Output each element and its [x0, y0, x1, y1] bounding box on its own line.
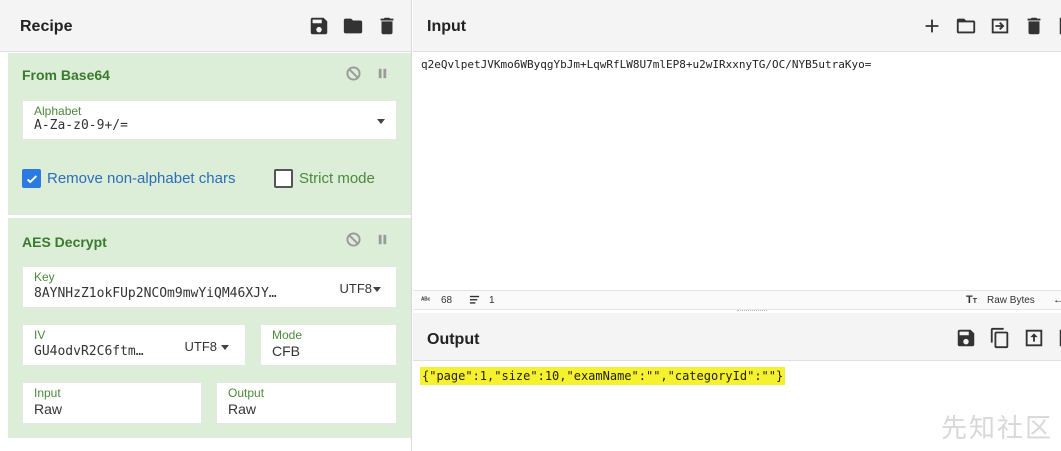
alphabet-label: Alphabet [34, 104, 82, 118]
mode-label: Mode [272, 328, 303, 342]
mode-select[interactable]: Mode CFB [260, 324, 397, 366]
input-title: Input [427, 18, 467, 35]
input-textarea[interactable]: q2eQvlpetJVKmo6WByqgYbJm+LqwRfLW8U7mlEP8… [421, 58, 871, 71]
watermark-text: 先知社区 [940, 414, 1053, 444]
input-pane: Input q2eQvlpetJVKmo6WByqgYbJm+LqwRfLW8U… [413, 0, 1061, 313]
recipe-title: Recipe [20, 18, 73, 35]
strict-mode-label: Strict mode [299, 170, 375, 187]
op-from-base64: From Base64 Alphabet A-Za-z0-9+/= Remove… [8, 53, 411, 215]
output-toolbar [955, 327, 1061, 349]
text-format-icon: TT [966, 294, 978, 306]
copy-icon[interactable] [989, 327, 1011, 349]
input-toolbar [921, 15, 1061, 37]
iv-value: GU4odvR2C6ftm… [34, 344, 144, 359]
recipe-header: Recipe [0, 0, 411, 52]
output-title: Output [427, 331, 480, 348]
iv-label: IV [34, 328, 46, 342]
disable-icon[interactable] [346, 66, 361, 81]
layout-icon[interactable] [1057, 15, 1061, 37]
trash-icon[interactable] [376, 15, 398, 37]
op-controls [346, 232, 390, 247]
chevron-down-icon [221, 345, 229, 350]
lines-count: 1 [489, 295, 495, 306]
output-header: Output [413, 313, 1061, 361]
maximize-icon[interactable] [1057, 327, 1061, 349]
lines-icon [469, 294, 480, 308]
alphabet-select[interactable]: Alphabet A-Za-z0-9+/= [22, 100, 397, 140]
length-count: 68 [441, 295, 453, 306]
key-value: 8AYNHzZ1okFUp2NCOm9mwYiQM46XJY… [34, 286, 277, 301]
op-title-from-base64: From Base64 [22, 67, 110, 83]
folder-icon[interactable] [342, 15, 364, 37]
op-controls [346, 66, 390, 81]
chevron-down-icon [373, 287, 381, 292]
key-label: Key [34, 270, 55, 284]
recipe-toolbar [308, 15, 398, 37]
input-format-label: Input [34, 386, 61, 400]
strict-mode-checkbox[interactable]: Strict mode [274, 169, 375, 188]
raw-bytes-button[interactable]: Raw Bytes [987, 295, 1035, 306]
save-icon[interactable] [308, 15, 330, 37]
checkbox-checked-icon[interactable] [22, 169, 41, 188]
trash-icon[interactable] [1023, 15, 1045, 37]
abc-icon: ᴬᴮᶜ [421, 297, 431, 304]
key-field[interactable]: Key 8AYNHzZ1okFUp2NCOm9mwYiQM46XJY… UTF8 [22, 266, 397, 308]
op-aes-decrypt: AES Decrypt Key 8AYNHzZ1okFUp2NCOm9mwYiQ… [8, 218, 411, 438]
pause-icon[interactable] [375, 66, 390, 81]
mode-value: CFB [272, 343, 300, 359]
remove-nonalpha-checkbox[interactable]: Remove non-alphabet chars [22, 169, 235, 188]
input-format-select[interactable]: Input Raw [22, 382, 202, 424]
input-status-bar: ᴬᴮᶜ 68 1 TT Raw Bytes ← [413, 290, 1061, 310]
add-icon[interactable] [921, 15, 943, 37]
load-file-icon[interactable] [989, 15, 1011, 37]
output-format-value: Raw [228, 401, 257, 417]
chevron-down-icon [377, 119, 385, 124]
iv-encoding-select[interactable]: UTF8 [185, 339, 218, 354]
arrow-left-icon[interactable]: ← [1053, 294, 1061, 306]
save-icon[interactable] [955, 327, 977, 349]
output-format-select[interactable]: Output Raw [216, 382, 397, 424]
alphabet-value: A-Za-z0-9+/= [34, 118, 128, 133]
open-folder-icon[interactable] [955, 15, 977, 37]
checkbox-unchecked-icon[interactable] [274, 169, 293, 188]
iv-field[interactable]: IV GU4odvR2C6ftm… UTF8 [22, 324, 246, 366]
remove-nonalpha-label: Remove non-alphabet chars [47, 170, 236, 187]
recipe-pane: Recipe From Base64 Alphabet A-Za-z0-9+/=… [0, 0, 412, 451]
output-format-label: Output [228, 386, 265, 400]
cyberchef-app: Recipe From Base64 Alphabet A-Za-z0-9+/=… [0, 0, 1061, 451]
pause-icon[interactable] [375, 232, 390, 247]
input-header: Input [413, 0, 1061, 52]
input-format-value: Raw [34, 401, 63, 417]
output-text: {"page":1,"size":10,"examName":"","categ… [420, 367, 786, 385]
key-encoding-select[interactable]: UTF8 [340, 281, 373, 296]
op-title-aes-decrypt: AES Decrypt [22, 234, 107, 250]
disable-icon[interactable] [346, 232, 361, 247]
replace-input-icon[interactable] [1023, 327, 1045, 349]
